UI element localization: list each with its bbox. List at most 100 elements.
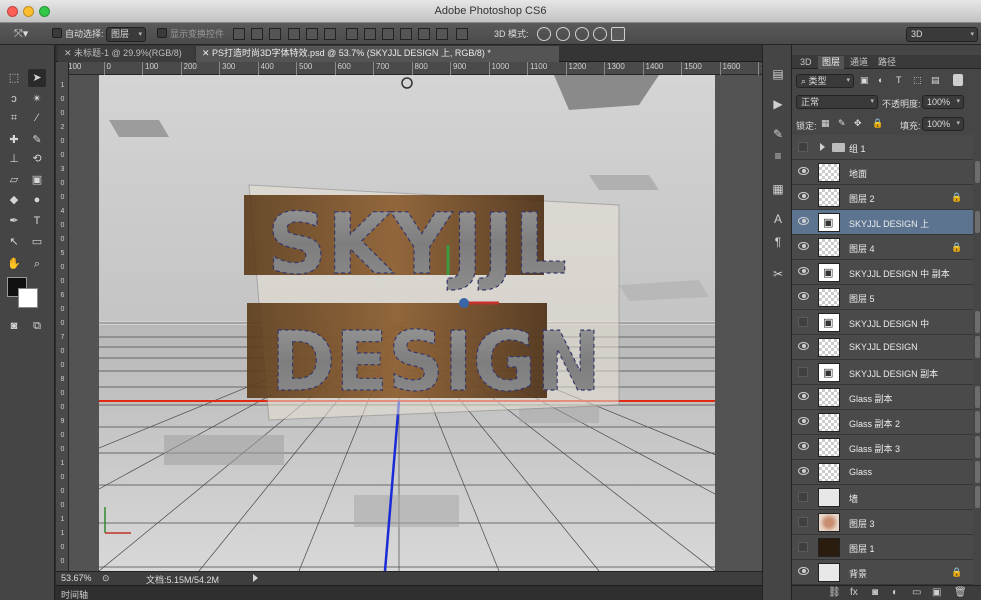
align-right-icon[interactable] — [324, 28, 336, 40]
layer-thumbnail[interactable] — [818, 513, 840, 532]
layer-row[interactable]: SKYJJL DESIGN 中 — [792, 310, 980, 335]
layer-row[interactable]: 图层 5 — [792, 285, 973, 310]
layer-row[interactable]: SKYJJL DESIGN 上 — [792, 210, 980, 235]
layer-name[interactable]: SKYJJL DESIGN — [849, 342, 918, 352]
character-icon[interactable]: A — [769, 210, 787, 228]
visibility-toggle[interactable] — [798, 492, 808, 502]
headline-line-1[interactable]: SKYJJL — [266, 194, 567, 293]
layer-row[interactable]: Glass 副本 2 — [792, 410, 980, 435]
layer-thumbnail[interactable] — [818, 463, 840, 482]
tab-close-icon[interactable]: ✕ — [202, 48, 212, 58]
magic-wand-icon[interactable]: ✴ — [28, 90, 46, 108]
layer-thumbnail[interactable] — [818, 338, 840, 357]
layer-name[interactable]: 地面 — [849, 167, 867, 180]
path-selection-icon[interactable]: ↖ — [5, 233, 23, 251]
layer-name[interactable]: 墙 — [849, 492, 858, 505]
layer-thumbnail[interactable] — [818, 563, 840, 582]
align-bottom-icon[interactable] — [269, 28, 281, 40]
layer-thumbnail[interactable] — [818, 438, 840, 457]
paragraph-icon[interactable]: ¶ — [769, 233, 787, 251]
blur-tool-icon[interactable]: ◆ — [5, 191, 23, 209]
layer-row[interactable]: SKYJJL DESIGN — [792, 335, 980, 360]
pen-tool-icon[interactable]: ✒ — [5, 212, 23, 230]
visibility-toggle[interactable] — [798, 317, 808, 327]
blend-mode-dropdown[interactable]: 正常 ▾ — [796, 95, 878, 109]
layer-effects-indicator[interactable] — [975, 411, 980, 433]
layer-thumbnail[interactable] — [818, 363, 840, 382]
healing-brush-icon[interactable]: ✚ — [5, 131, 23, 149]
trash-icon[interactable]: 🗑 — [954, 587, 967, 598]
layer-name[interactable]: 图层 3 — [849, 517, 875, 530]
layer-effects-indicator[interactable] — [975, 161, 980, 183]
visibility-toggle[interactable] — [798, 542, 808, 552]
adjustment-layer-icon[interactable]: ◐ — [892, 587, 898, 598]
history-icon[interactable]: ▤ — [769, 65, 787, 83]
filter-kind-dropdown[interactable]: ⌕ 类型 ▾ — [796, 74, 854, 88]
vertical-ruler[interactable]: 1 0 0 2 0 0 3 0 0 4 0 0 5 0 0 6 0 0 7 0 0 8 0 0 9 0 0 1 0 0 0 1 1 0 0 — [56, 62, 69, 571]
tab-document-1[interactable]: ✕ 未标题-1 @ 29.9%(RGB/8) — [58, 46, 195, 62]
tab-document-2[interactable]: ✕ PS打造时尚3D字体特效.psd @ 53.7% (SKYJJL DESIG… — [196, 46, 559, 62]
headline-line-2[interactable]: DESIGN — [270, 314, 601, 410]
layer-effects-indicator[interactable] — [975, 436, 980, 458]
layer-thumbnail[interactable] — [818, 313, 840, 332]
gradient-tool-icon[interactable]: ▣ — [28, 171, 46, 189]
background-color-swatch[interactable] — [18, 288, 38, 308]
layer-effects-indicator[interactable] — [975, 461, 980, 483]
add-mask-icon[interactable]: ◙ — [872, 587, 878, 598]
layer-row[interactable]: SKYJJL DESIGN 中 副本 — [792, 260, 973, 285]
status-icon[interactable]: ⊙ — [102, 573, 110, 584]
eye-icon[interactable] — [798, 442, 809, 450]
layer-name[interactable]: 背景 — [849, 567, 867, 580]
hand-tool-icon[interactable]: ✋ — [5, 255, 23, 273]
lock-transparent-icon[interactable]: ▦ — [821, 118, 830, 129]
layer-row[interactable]: 地面 — [792, 160, 980, 185]
eye-icon[interactable] — [798, 467, 809, 475]
visibility-toggle[interactable] — [798, 367, 808, 377]
eye-icon[interactable] — [798, 342, 809, 350]
distribute-bottom-icon[interactable] — [382, 28, 394, 40]
eye-icon[interactable] — [798, 417, 809, 425]
layer-comps-icon[interactable]: ▦ — [769, 180, 787, 198]
layer-thumbnail[interactable] — [818, 538, 840, 557]
filter-pixel-icon[interactable]: ▣ — [860, 75, 869, 86]
filter-smart-object-icon[interactable]: ▤ — [931, 75, 940, 86]
tab-3d[interactable]: 3D — [796, 56, 816, 69]
scale-3d-icon[interactable] — [611, 27, 625, 41]
distribute-right-icon[interactable] — [436, 28, 448, 40]
layer-effects-indicator[interactable] — [975, 336, 980, 358]
clone-stamp-icon[interactable]: ⊥ — [5, 150, 23, 168]
layer-row[interactable]: 墙 — [792, 485, 980, 510]
fx-icon[interactable]: fx — [850, 587, 858, 598]
tab-channels[interactable]: 通道 — [846, 56, 872, 69]
drag-3d-icon[interactable] — [575, 27, 589, 41]
layer-name[interactable]: SKYJJL DESIGN 中 — [849, 317, 929, 330]
workspace-dropdown[interactable]: 3D ▾ — [906, 27, 978, 42]
eye-icon[interactable] — [798, 242, 809, 250]
type-tool-icon[interactable]: T — [28, 212, 46, 230]
distribute-hcenter-icon[interactable] — [418, 28, 430, 40]
filter-toggle-icon[interactable] — [953, 74, 963, 86]
lock-position-icon[interactable]: ✥ — [854, 118, 862, 129]
lasso-tool-icon[interactable]: ↄ — [5, 90, 23, 108]
shape-tool-icon[interactable]: ▭ — [28, 233, 46, 251]
layer-name[interactable]: SKYJJL DESIGN 上 — [849, 217, 929, 230]
tab-paths[interactable]: 路径 — [874, 56, 900, 69]
brush-tool-icon[interactable]: ✎ — [28, 131, 46, 149]
layer-effects-indicator[interactable] — [975, 486, 980, 508]
visibility-toggle[interactable] — [798, 517, 808, 527]
layer-name[interactable]: Glass 副本 3 — [849, 442, 900, 455]
layer-name[interactable]: 图层 1 — [849, 542, 875, 555]
horizontal-ruler[interactable]: 100 0 100 200 300 400 500 600 700 800 900 1000 1100 1… — [65, 62, 779, 75]
align-vcenter-icon[interactable] — [251, 28, 263, 40]
timeline-bar[interactable]: 时间轴 — [56, 585, 762, 600]
layer-effects-indicator[interactable] — [975, 211, 980, 233]
layer-row[interactable]: Glass 副本 3 — [792, 435, 980, 460]
auto-align-icon[interactable] — [456, 28, 468, 40]
history-brush-icon[interactable]: ⟲ — [28, 150, 46, 168]
brush-panel-icon[interactable]: ✎ — [769, 125, 787, 143]
layer-effects-indicator[interactable] — [975, 386, 980, 408]
align-hcenter-icon[interactable] — [306, 28, 318, 40]
layer-name[interactable]: 图层 4 — [849, 242, 875, 255]
adjust-icon[interactable]: ≡ — [769, 147, 787, 165]
rotate-3d-icon[interactable] — [537, 27, 551, 41]
